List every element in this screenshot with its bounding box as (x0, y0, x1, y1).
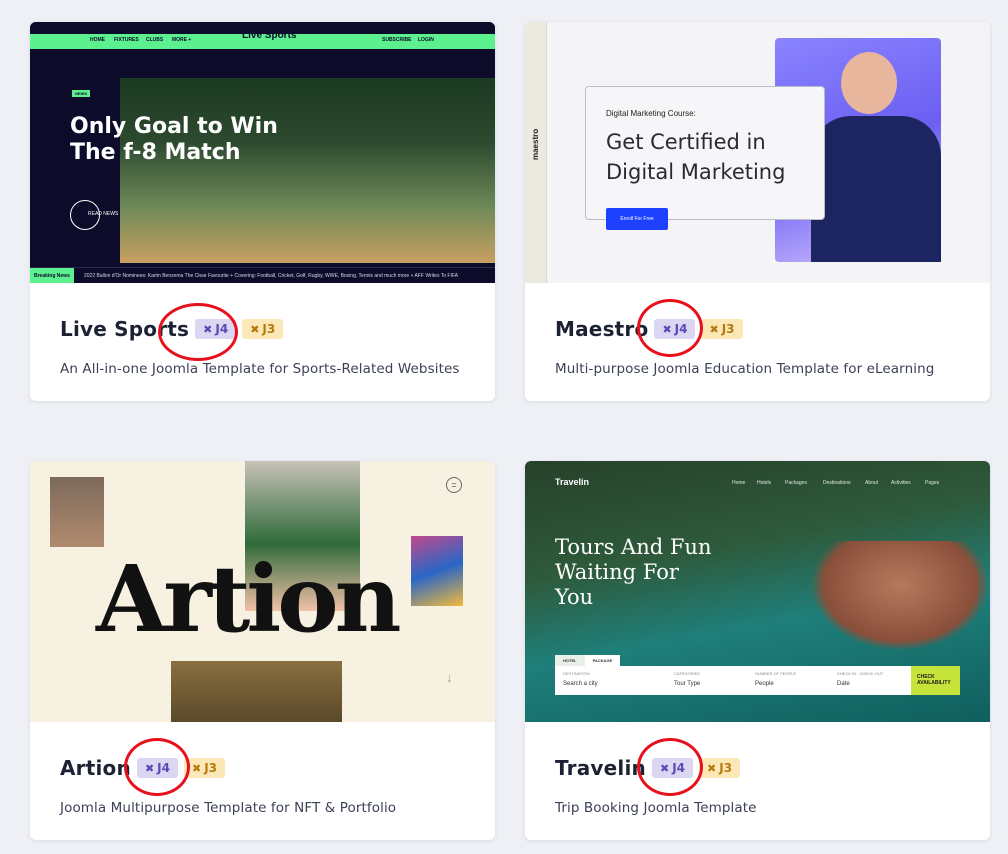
joomla-icon: ✖ (250, 322, 260, 336)
preview-field-label: CATEGORIES (674, 671, 700, 676)
card-title-row: Artion ✖ J4 ✖ J3 (60, 756, 226, 780)
preview-ticker: Breaking News 2022 Ballon d'Or Nominees:… (30, 267, 495, 283)
preview-gallery-artwork (171, 661, 342, 722)
preview-menu-item: Packages (785, 480, 807, 486)
template-preview-image[interactable]: Travelin Home Hotels Packages Destinatio… (525, 461, 990, 722)
preview-course-box: Digital Marketing Course: Get Certified … (585, 86, 825, 230)
preview-nav-item: FIXTURES (114, 37, 139, 43)
preview-city-artwork (50, 477, 104, 547)
joomla-icon: ✖ (144, 761, 155, 775)
card-info: Travelin ✖ J4 ✖ J3 Trip Booking Joomla Tem… (525, 722, 990, 840)
preview-nav-item: LOGIN (418, 37, 434, 43)
joomla-icon: ✖ (709, 322, 719, 336)
preview-hero-title: Tours And Fun Waiting For You (555, 535, 712, 609)
card-title-row: Travelin ✖ J4 ✖ J3 (555, 756, 741, 780)
template-card-artion[interactable]: Artion = ↓ Artion ✖ J4 ✖ J3 Joomla Multipu… (30, 461, 495, 840)
card-title[interactable]: Travelin (555, 756, 646, 780)
preview-field-value: People (755, 681, 774, 687)
joomla-icon: ✖ (191, 761, 202, 775)
preview-players-photo (120, 78, 495, 263)
template-preview-image[interactable]: HOME FIXTURES CLUBS MORE + SUBSCRIBE LOG… (30, 22, 495, 283)
card-info: Artion ✖ J4 ✖ J3 Joomla Multipurpose Templ… (30, 722, 495, 840)
preview-field-label: CHECK IN - CHECK OUT (837, 671, 884, 676)
preview-menu-item: About (865, 480, 879, 486)
joomla3-badge: ✖ J3 (701, 319, 743, 339)
preview-rocks (810, 541, 990, 651)
preview-person-head (841, 52, 897, 114)
preview-nav-item: CLUBS (146, 37, 164, 43)
card-description: Joomla Multipurpose Template for NFT & P… (60, 800, 397, 816)
card-title[interactable]: Maestro (555, 317, 648, 341)
preview-tab: PACKAGE (584, 655, 621, 666)
preview-person-body (811, 116, 941, 262)
arrow-down-icon: ↓ (446, 669, 453, 685)
preview-field-value: Date (837, 681, 850, 687)
preview-ticker-tag: Breaking News (30, 268, 74, 283)
preview-menu-item: Pages (925, 480, 940, 486)
preview-headline: Only Goal to Win The f-8 Match (70, 114, 278, 165)
preview-menu-item: Activities (891, 480, 911, 486)
preview-check-availability-button: CHECK AVAILABILITY (911, 666, 960, 695)
card-title-row: Live Sports ✖ J4 ✖ J3 (60, 317, 284, 341)
preview-course-label: Digital Marketing Course: (606, 109, 696, 118)
joomla3-badge: ✖ J3 (242, 319, 284, 339)
template-card-maestro[interactable]: maestro Digital Marketing Course: Get Ce… (525, 22, 990, 401)
joomla-icon: ✖ (203, 322, 213, 336)
card-description: Multi-purpose Joomla Education Template … (555, 361, 935, 377)
card-info: Live Sports ✖ J4 ✖ J3 An All-in-one Joomla… (30, 283, 495, 401)
card-info: Maestro ✖ J4 ✖ J3 Multi-purpose Joomla Edu… (525, 283, 990, 401)
preview-search-tabs: HOTEL PACKAGE (555, 655, 621, 666)
preview-news-tag: NEWS (72, 90, 90, 97)
preview-logo: Live Sports (242, 30, 297, 41)
joomla-icon: ✖ (707, 761, 717, 775)
preview-menu-item: Home (732, 480, 746, 486)
preview-artion-wordmark: Artion (96, 545, 402, 653)
preview-brand: Travelin (555, 477, 590, 487)
preview-field-label: NUMBER OF PEOPLE (755, 671, 797, 676)
preview-nav-item: HOME (90, 37, 105, 43)
preview-menu-item: Destinations (823, 480, 851, 486)
template-card-live-sports[interactable]: HOME FIXTURES CLUBS MORE + SUBSCRIBE LOG… (30, 22, 495, 401)
joomla4-badge: ✖ J4 (136, 758, 178, 778)
preview-nav-item: MORE + (172, 37, 192, 43)
joomla4-badge: ✖ J4 (195, 319, 237, 339)
card-title[interactable]: Artion (60, 756, 131, 780)
joomla3-badge: ✖ J3 (699, 758, 741, 778)
card-description: Trip Booking Joomla Template (555, 800, 757, 816)
template-preview-image[interactable]: Artion = ↓ (30, 461, 495, 722)
preview-course-title: Get Certified in Digital Marketing (606, 130, 786, 184)
preview-ticker-text: 2022 Ballon d'Or Nominees: Karim Benzema… (84, 273, 458, 279)
card-description: An All-in-one Joomla Template for Sports… (60, 361, 460, 377)
preview-nav-item: SUBSCRIBE (382, 37, 412, 43)
card-title[interactable]: Live Sports (60, 317, 189, 341)
preview-tab: HOTEL (555, 655, 585, 666)
preview-read-news-label: READ NEWS (88, 211, 119, 217)
joomla4-badge: ✖ J4 (654, 319, 696, 339)
template-card-travelin[interactable]: Travelin Home Hotels Packages Destinatio… (525, 461, 990, 840)
joomla3-badge: ✖ J3 (183, 758, 226, 778)
preview-menu-item: Hotels (757, 480, 772, 486)
preview-field-value: Search a city (563, 681, 598, 687)
preview-field-label: DESTINATION (563, 671, 590, 676)
template-preview-image[interactable]: maestro Digital Marketing Course: Get Ce… (525, 22, 990, 283)
preview-statue-artwork (411, 536, 463, 606)
preview-enroll-button: Enroll For Free (606, 208, 668, 230)
preview-field-value: Tour Type (674, 681, 701, 687)
joomla-icon: ✖ (659, 761, 670, 775)
joomla-icon: ✖ (662, 322, 672, 336)
card-title-row: Maestro ✖ J4 ✖ J3 (555, 317, 743, 341)
joomla4-badge: ✖ J4 (651, 758, 694, 778)
menu-icon: = (446, 477, 462, 493)
preview-logo: maestro (531, 128, 540, 160)
